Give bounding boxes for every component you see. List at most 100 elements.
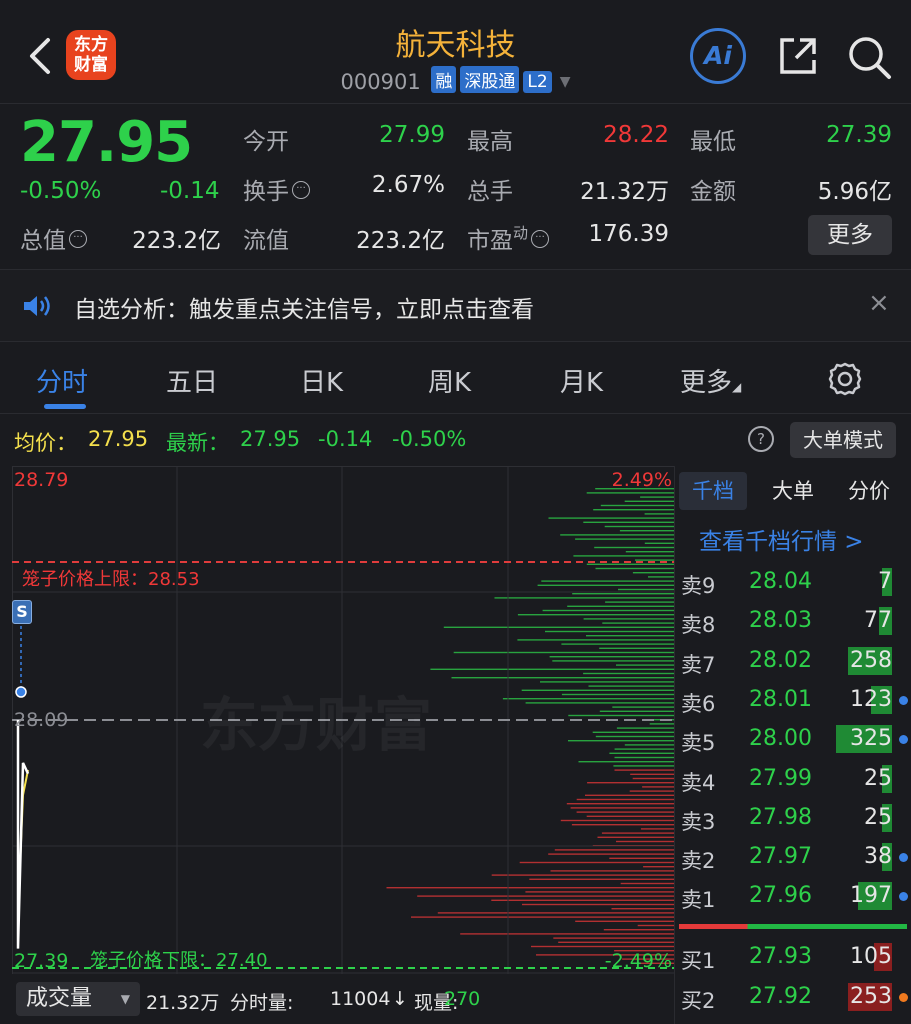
depth-bar	[599, 647, 674, 649]
level-price: 27.98	[749, 804, 812, 830]
level-quantity: 7	[878, 569, 892, 594]
order-book-row-bid[interactable]: 买2 27.92 253	[675, 979, 911, 1018]
order-book-row-bid[interactable]: 买1 27.93 105	[675, 939, 911, 978]
depth-bar	[566, 803, 674, 805]
market-cap-value: 223.2亿	[132, 228, 221, 254]
order-dot-icon	[899, 892, 908, 902]
signal-marker-s[interactable]: S	[12, 600, 32, 624]
depth-bar	[537, 584, 674, 586]
order-book-row-ask[interactable]: 卖3 27.98 25	[675, 800, 911, 839]
last-price-value: 27.95	[240, 427, 301, 451]
order-book-row-ask[interactable]: 卖7 28.02 258	[675, 643, 911, 682]
tab-five-day[interactable]: 五日	[166, 362, 218, 399]
depth-bar	[640, 828, 674, 830]
depth-bar	[632, 777, 674, 780]
search-icon[interactable]	[846, 34, 892, 80]
indicator-select[interactable]: 成交量 ▼	[16, 982, 140, 1016]
help-icon[interactable]: ?	[748, 426, 774, 452]
intraday-chart[interactable]: 东方财富 28.79 2.49% 笼子价格上限：28.53 S 28.09 27…	[12, 466, 674, 974]
high-value: 28.22	[603, 122, 669, 148]
high-label: 最高	[467, 129, 513, 155]
turnover-label[interactable]: 换手 ···	[243, 172, 310, 206]
close-icon[interactable]: ×	[868, 288, 890, 318]
depth-bar	[460, 933, 674, 935]
depth-bar	[545, 630, 674, 633]
depth-bar	[451, 677, 674, 679]
order-book-row-ask[interactable]: 卖2 27.97 38	[675, 839, 911, 878]
watermark: 东方财富	[200, 691, 433, 759]
low-label: 最低	[690, 129, 736, 155]
tab-more[interactable]: 更多◢	[680, 362, 741, 399]
tab-month-k[interactable]: 月K	[560, 362, 603, 399]
chevron-down-icon: ▼	[120, 992, 130, 1006]
depth-bar	[612, 706, 674, 708]
order-book-row-ask[interactable]: 卖1 27.96 197	[675, 878, 911, 917]
depth-bar	[586, 492, 674, 494]
info-dots-icon[interactable]: ···	[69, 230, 87, 248]
view-depth-link[interactable]: 查看千档行情 >	[699, 522, 864, 556]
depth-bar	[519, 861, 674, 864]
last-price-label: 最新：	[166, 431, 229, 455]
depth-bar	[411, 916, 674, 918]
current-point-marker	[15, 686, 27, 698]
depth-bar	[630, 773, 674, 775]
avg-price-label: 均价：	[14, 431, 77, 455]
order-book-row-ask[interactable]: 卖8 28.03 77	[675, 603, 911, 642]
depth-bar	[540, 681, 674, 683]
market-cap-label[interactable]: 总值 ···	[20, 221, 87, 255]
tab-big-orders[interactable]: 大单	[759, 472, 827, 510]
order-book-row-ask[interactable]: 卖9 28.04 7	[675, 564, 911, 603]
period-tabs: 分时 五日 日K 周K 月K 更多◢	[0, 342, 911, 414]
notice-bar[interactable]: 自选分析：触发重点关注信号，立即点击查看 ×	[0, 270, 911, 342]
tab-intraday[interactable]: 分时	[36, 362, 88, 399]
info-dots-icon[interactable]: ···	[531, 230, 550, 248]
notice-text[interactable]: 自选分析：触发重点关注信号，立即点击查看	[74, 290, 534, 324]
pe-value: 176.39	[588, 221, 669, 247]
level-price: 27.97	[749, 844, 812, 870]
depth-bar	[604, 525, 674, 528]
pe-label[interactable]: 市盈动 ···	[467, 221, 550, 255]
order-dot-icon	[899, 992, 908, 1002]
level-price: 27.93	[749, 944, 812, 969]
price-line	[16, 720, 30, 949]
float-cap-value: 223.2亿	[356, 228, 445, 254]
bottom-price-label: 27.39	[14, 950, 69, 972]
level-quantity: 77	[864, 608, 892, 634]
tab-depth[interactable]: 千档	[679, 472, 747, 510]
level-price: 28.00	[749, 726, 812, 752]
order-book: 千档 大单 分价 查看千档行情 > 卖9 28.04 7 卖8 28.03 77 卖7 28.…	[674, 466, 911, 1024]
ai-assistant-button[interactable]: Ai	[690, 28, 746, 84]
share-icon[interactable]	[776, 34, 820, 78]
level-quantity: 325	[850, 726, 892, 752]
depth-bar	[643, 866, 674, 868]
dropdown-triangle-icon[interactable]: ▼	[560, 74, 571, 90]
tab-week-k[interactable]: 周K	[428, 362, 471, 399]
depth-bar	[525, 702, 674, 704]
stock-code-row[interactable]: 000901 融深股通 L2 ▼	[0, 66, 911, 94]
level-price: 28.01	[749, 686, 812, 712]
avg-price-value: 27.95	[88, 427, 149, 451]
depth-bar	[583, 672, 674, 675]
info-dots-icon[interactable]: ···	[292, 181, 310, 199]
down-arrow-icon: ↓	[392, 988, 408, 1010]
level-quantity: 258	[850, 647, 892, 673]
order-book-row-ask[interactable]: 卖4 27.99 25	[675, 761, 911, 800]
volume-label: 总手	[467, 179, 513, 205]
l2-tag: L2	[523, 71, 552, 93]
open-value: 27.99	[379, 122, 445, 148]
big-order-mode-button[interactable]: 大单模式	[790, 422, 896, 458]
quote-panel: 27.95 -0.50% -0.14 今开 27.99 最高 28.22 最低 …	[0, 104, 911, 270]
depth-bar	[594, 546, 674, 549]
order-book-row-ask[interactable]: 卖5 28.00 325	[675, 721, 911, 760]
depth-bar	[648, 576, 674, 578]
depth-bar	[517, 639, 674, 641]
tab-day-k[interactable]: 日K	[300, 362, 343, 399]
gear-icon[interactable]	[826, 360, 864, 398]
more-button[interactable]: 更多	[808, 215, 892, 255]
level-label: 卖2	[681, 849, 716, 874]
order-book-row-ask[interactable]: 卖6 28.01 123	[675, 682, 911, 721]
depth-bar	[491, 874, 674, 876]
tab-price-distribution[interactable]: 分价	[835, 472, 903, 510]
depth-bar	[587, 782, 674, 784]
depth-bar	[548, 853, 674, 855]
